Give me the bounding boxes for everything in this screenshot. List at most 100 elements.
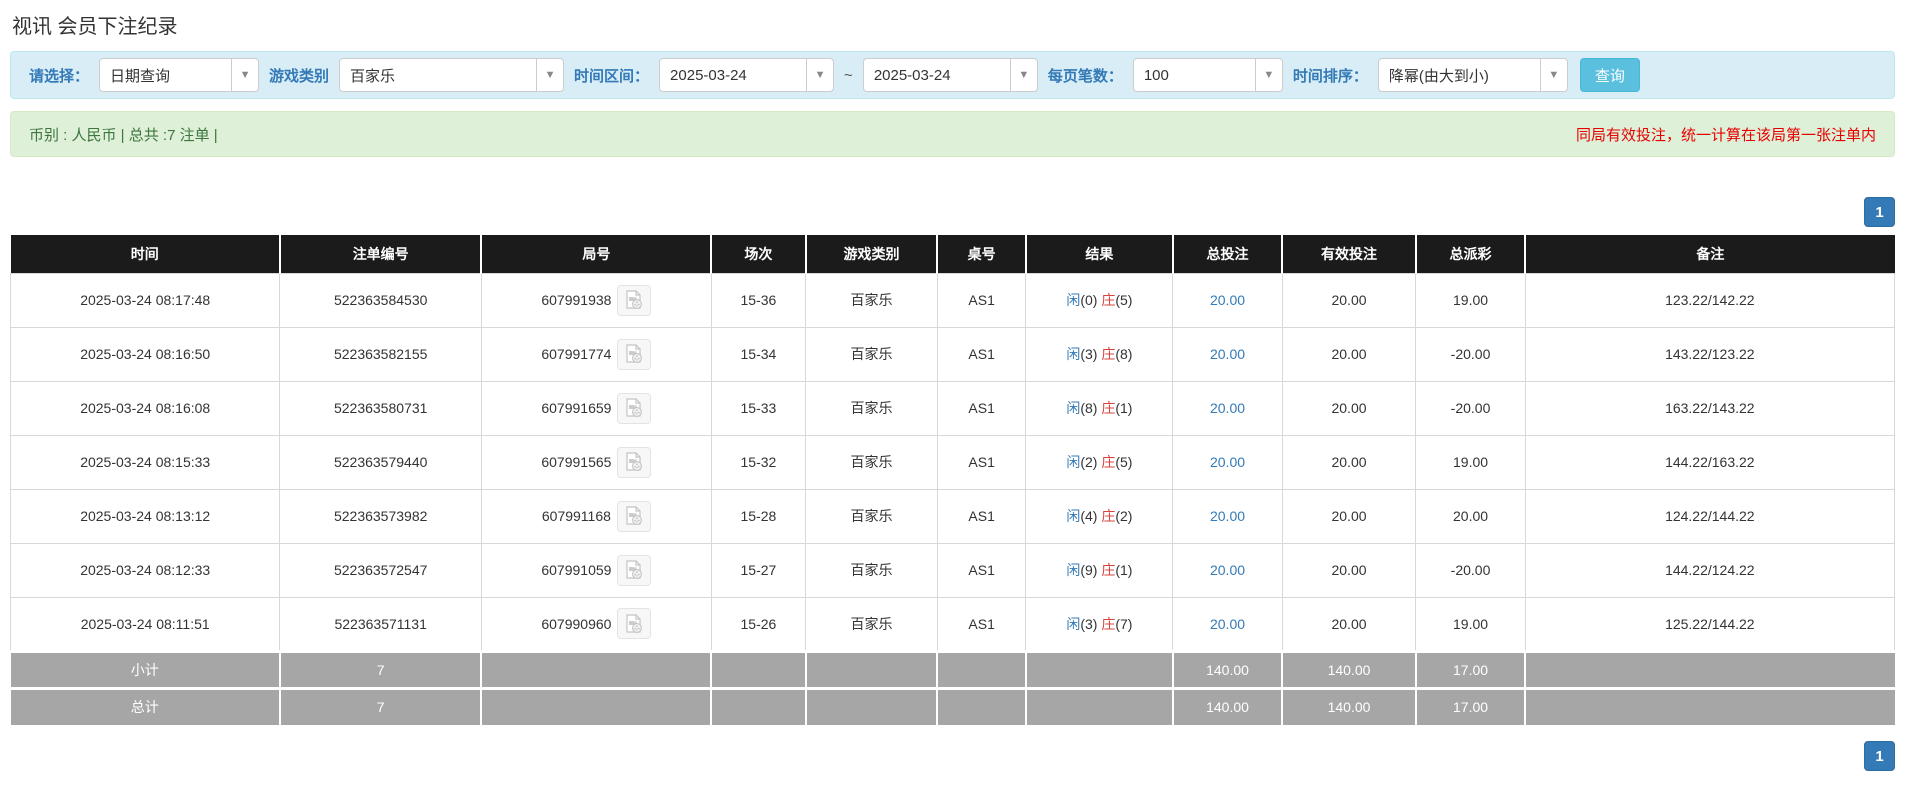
cell-game-type: 百家乐 <box>805 596 938 652</box>
cell-total-bet: 20.00 <box>1172 326 1283 382</box>
video-file-icon <box>626 290 643 309</box>
date-range-separator: ~ <box>844 66 853 84</box>
video-replay-button[interactable] <box>617 446 652 478</box>
date-to-value: 2025-03-24 <box>873 66 951 84</box>
summary-bar: 币别 : 人民币 | 总共 :7 注单 | 同局有效投注，统一计算在该局第一张注… <box>10 111 1895 157</box>
result-banker-n: (5) <box>1115 454 1133 470</box>
cell-game-type: 百家乐 <box>805 542 938 598</box>
col-header-time: 时间 <box>10 235 281 273</box>
cell-valid-bet: 20.00 <box>1281 434 1417 490</box>
col-header-game-type: 游戏类别 <box>805 235 939 273</box>
date-from-value: 2025-03-24 <box>670 66 747 84</box>
bet-records-table: 时间 注单编号 局号 场次 游戏类别 桌号 结果 总投注 有效投注 总派彩 备注… <box>9 235 1896 725</box>
video-file-icon <box>626 452 643 471</box>
total-bet-link[interactable]: 20.00 <box>1210 454 1245 470</box>
result-banker: 庄 <box>1101 562 1116 578</box>
video-file-icon <box>626 560 643 579</box>
table-row: 2025-03-24 08:16:08 522363580731 6079916… <box>9 380 1896 436</box>
cell-game-type: 百家乐 <box>805 326 938 382</box>
cell-table: AS1 <box>936 272 1027 328</box>
video-replay-button[interactable] <box>617 284 652 316</box>
round-number: 607991659 <box>541 400 612 416</box>
result-player: 闲 <box>1066 508 1081 524</box>
grand-total-row: 总计 7 140.00 140.00 17.00 <box>10 686 1895 725</box>
cell-table: AS1 <box>936 488 1027 544</box>
cell-session: 15-28 <box>710 488 807 544</box>
result-banker-n: (5) <box>1115 292 1133 308</box>
cell-bet-id: 522363580731 <box>279 380 482 436</box>
total-bet-link[interactable]: 20.00 <box>1210 616 1245 632</box>
total-bet-link[interactable]: 20.00 <box>1210 400 1245 416</box>
result-player: 闲 <box>1066 562 1081 578</box>
total-valid-bet: 140.00 <box>1282 686 1417 725</box>
cell-payout: 20.00 <box>1415 488 1526 544</box>
result-player: 闲 <box>1066 615 1081 632</box>
time-range-label: 时间区间： <box>574 67 650 85</box>
cell-round: 607991059 <box>480 542 712 598</box>
total-bet-link[interactable]: 20.00 <box>1210 292 1245 308</box>
chevron-down-icon: ▼ <box>1539 59 1567 91</box>
round-number: 607991168 <box>541 508 611 524</box>
cell-time: 2025-03-24 08:11:51 <box>9 596 281 652</box>
cell-result: 闲(8) 庄(1) <box>1025 380 1174 436</box>
cell-session: 15-26 <box>710 596 807 652</box>
result-banker: 庄 <box>1101 346 1116 362</box>
video-replay-button[interactable] <box>617 608 652 639</box>
select-type-dropdown[interactable]: 日期查询 ▼ <box>99 58 260 92</box>
time-sort-label: 时间排序： <box>1292 67 1368 85</box>
date-from-dropdown[interactable]: 2025-03-24 ▼ <box>659 58 835 92</box>
total-bet-link[interactable]: 20.00 <box>1210 562 1245 578</box>
video-file-icon <box>626 344 643 363</box>
cell-session: 15-32 <box>710 434 807 490</box>
page-title: 视讯 会员下注纪录 <box>12 16 178 38</box>
cell-result: 闲(4) 庄(2) <box>1025 488 1174 544</box>
result-player-n: (3) <box>1080 615 1098 632</box>
table-row: 2025-03-24 08:16:50 522363582155 6079917… <box>9 326 1896 382</box>
video-replay-button[interactable] <box>617 338 652 370</box>
time-sort-value: 降幂(由大到小) <box>1388 67 1489 85</box>
cell-remark: 144.22/163.22 <box>1524 434 1896 490</box>
cell-result: 闲(9) 庄(1) <box>1025 542 1174 598</box>
game-type-dropdown[interactable]: 百家乐 ▼ <box>339 58 565 92</box>
total-bet-link[interactable]: 20.00 <box>1210 508 1245 524</box>
cell-remark: 143.22/123.22 <box>1524 326 1896 382</box>
result-banker: 庄 <box>1101 615 1116 632</box>
result-player-n: (4) <box>1080 508 1098 524</box>
video-replay-button[interactable] <box>617 392 652 424</box>
time-sort-dropdown[interactable]: 降幂(由大到小) ▼ <box>1377 58 1568 92</box>
cell-valid-bet: 20.00 <box>1281 542 1417 598</box>
subtotal-row: 小计 7 140.00 140.00 17.00 <box>10 649 1895 688</box>
cell-time: 2025-03-24 08:16:08 <box>9 380 281 436</box>
cell-payout: 19.00 <box>1415 272 1526 328</box>
page-1-button[interactable]: 1 <box>1864 197 1895 227</box>
cell-total-bet: 20.00 <box>1172 380 1283 436</box>
date-to-dropdown[interactable]: 2025-03-24 ▼ <box>862 58 1038 92</box>
video-file-icon <box>626 506 642 525</box>
subtotal-payout: 17.00 <box>1415 649 1527 688</box>
cell-time: 2025-03-24 08:12:33 <box>9 542 281 598</box>
page-1-button[interactable]: 1 <box>1864 741 1895 771</box>
video-replay-button[interactable] <box>616 500 651 532</box>
total-bet-link[interactable]: 20.00 <box>1210 346 1245 362</box>
per-page-value: 100 <box>1143 66 1169 84</box>
cell-bet-id: 522363579440 <box>279 434 482 490</box>
query-button[interactable]: 查询 <box>1579 58 1640 92</box>
video-replay-button[interactable] <box>617 554 652 586</box>
per-page-dropdown[interactable]: 100 ▼ <box>1132 58 1283 92</box>
cell-result: 闲(3) 庄(8) <box>1025 326 1174 382</box>
chevron-down-icon: ▼ <box>231 59 258 91</box>
cell-time: 2025-03-24 08:15:33 <box>9 434 281 490</box>
cell-round: 607991938 <box>480 272 712 328</box>
cell-valid-bet: 20.00 <box>1281 380 1417 436</box>
round-number: 607991059 <box>541 562 612 578</box>
cell-remark: 124.22/144.22 <box>1524 488 1896 544</box>
video-file-icon <box>626 398 643 417</box>
currency-total-text: 币别 : 人民币 | 总共 :7 注单 | <box>29 126 218 144</box>
result-banker: 庄 <box>1101 400 1116 416</box>
cell-game-type: 百家乐 <box>805 488 938 544</box>
total-payout: 17.00 <box>1415 686 1527 725</box>
chevron-down-icon: ▼ <box>1009 59 1037 91</box>
cell-result: 闲(2) 庄(5) <box>1025 434 1174 490</box>
total-count: 7 <box>279 686 483 725</box>
cell-result: 闲(0) 庄(5) <box>1025 272 1174 328</box>
